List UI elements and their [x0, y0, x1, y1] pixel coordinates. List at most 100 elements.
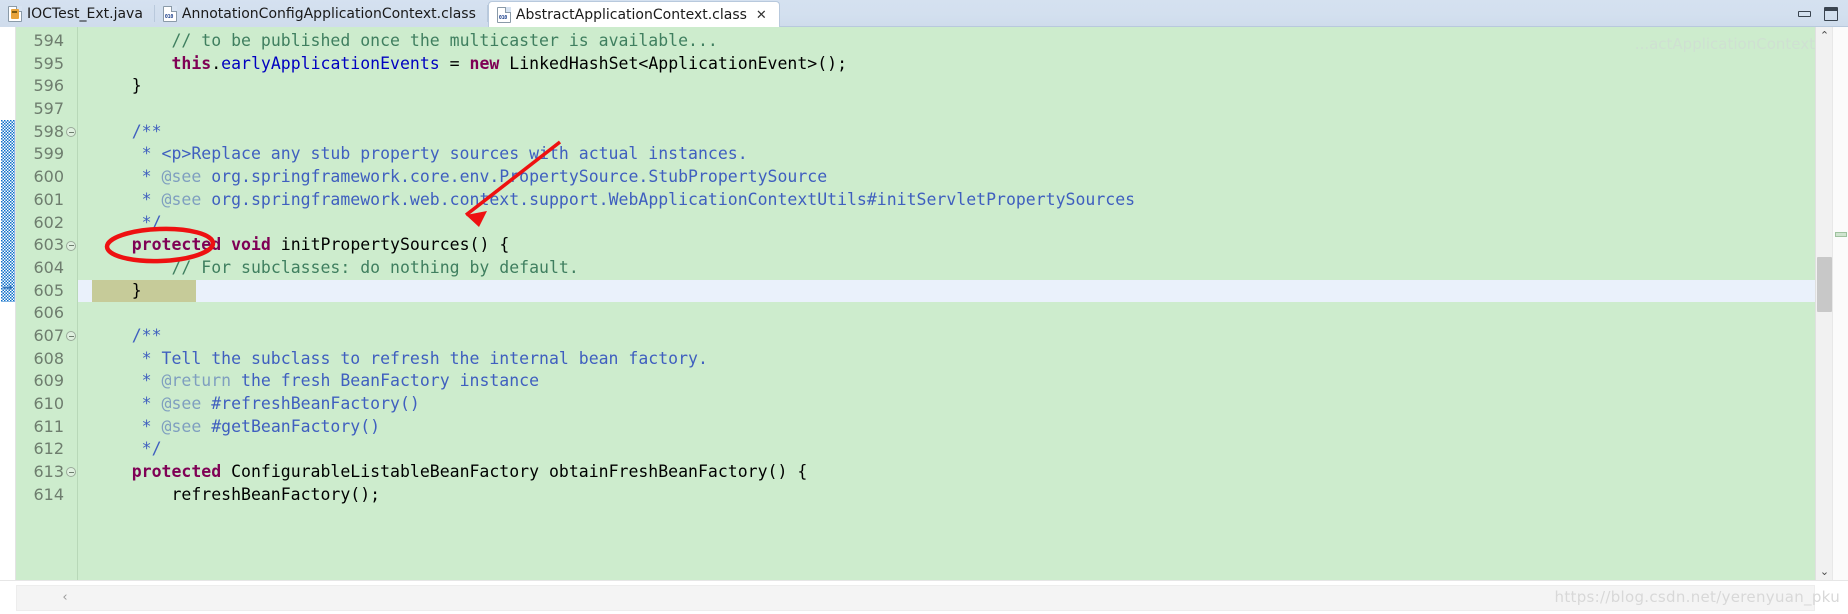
minimize-icon: [1798, 10, 1811, 17]
code-line-text: refreshBeanFactory();: [92, 485, 380, 504]
code-line-text: */: [92, 439, 162, 458]
code-token-doc: org.springframework.core.env.PropertySou…: [201, 167, 828, 187]
code-line-text: */: [92, 213, 162, 232]
code-token-doc: #getBeanFactory(): [201, 416, 381, 436]
code-line[interactable]: }: [78, 279, 1815, 303]
code-line-text: * <p>Replace any stub property sources w…: [92, 144, 748, 163]
code-line-text: * @see #refreshBeanFactory(): [92, 394, 420, 413]
tab-annotationconfigapplicationcontext-class[interactable]: 010 AnnotationConfigApplicationContext.c…: [154, 0, 488, 27]
line-number: 605: [33, 280, 64, 300]
line-number: 606: [33, 303, 64, 323]
overview-ruler[interactable]: [1832, 27, 1848, 580]
code-token-plain: }: [92, 280, 142, 300]
code-line-text: * Tell the subclass to refresh the inter…: [92, 349, 708, 368]
code-line[interactable]: this.earlyApplicationEvents = new Linked…: [78, 53, 1815, 76]
line-number: 603: [16, 234, 77, 257]
editor-tab-bar: IOCTest_Ext.java 010 AnnotationConfigApp…: [0, 0, 1848, 28]
code-line[interactable]: }: [78, 75, 1815, 98]
code-token-kw: void: [231, 235, 271, 255]
line-number: 607: [16, 325, 77, 348]
line-number: 609: [33, 371, 64, 391]
tab-abstractapplicationcontext-class[interactable]: 010 AbstractApplicationContext.class ✕: [487, 1, 780, 28]
code-line[interactable]: /**: [78, 325, 1815, 348]
code-token-plain: initPropertySources() {: [270, 235, 510, 255]
code-line[interactable]: * @return the fresh BeanFactory instance: [78, 370, 1815, 393]
code-line[interactable]: */: [78, 212, 1815, 235]
scroll-left-icon[interactable]: ‹: [55, 585, 75, 611]
code-lines: // to be published once the multicaster …: [78, 30, 1815, 506]
code-line-text: * @see #getBeanFactory(): [92, 417, 380, 436]
code-line[interactable]: [78, 98, 1815, 121]
line-number: 600: [33, 167, 64, 187]
code-line[interactable]: */: [78, 438, 1815, 461]
change-marker-column[interactable]: ➞: [0, 27, 16, 580]
class-file-icon: 010: [496, 7, 511, 23]
vertical-scrollbar-thumb[interactable]: [1817, 257, 1832, 312]
line-number: 602: [33, 212, 64, 232]
scroll-down-icon[interactable]: ⌄: [1816, 563, 1833, 580]
change-bar: [1, 120, 15, 302]
code-token-doc: *: [141, 394, 162, 413]
tab-label: AnnotationConfigApplicationContext.class: [181, 5, 476, 22]
code-line-text: /**: [92, 122, 162, 141]
code-line[interactable]: * @see org.springframework.core.env.Prop…: [78, 166, 1815, 189]
code-line[interactable]: protected void initPropertySources() {: [78, 234, 1815, 257]
code-text-area[interactable]: ...actApplicationContext // to be publis…: [78, 27, 1815, 580]
fold-collapse-icon[interactable]: [66, 331, 76, 342]
code-line[interactable]: // For subclasses: do nothing by default…: [78, 257, 1815, 280]
fold-collapse-icon[interactable]: [66, 467, 76, 478]
tab-label: AbstractApplicationContext.class: [515, 7, 747, 23]
code-token-kw: protected: [131, 462, 222, 482]
code-line[interactable]: // to be published once the multicaster …: [78, 30, 1815, 53]
fold-collapse-icon[interactable]: [66, 127, 76, 138]
code-token-doc: */: [141, 212, 162, 232]
code-token-doc: * Tell the subclass to refresh the inter…: [141, 348, 708, 368]
horizontal-scrollbar-track[interactable]: [16, 585, 1815, 611]
code-token-plain: LinkedHashSet<ApplicationEvent>();: [499, 53, 848, 73]
scroll-up-icon[interactable]: ⌃: [1816, 27, 1833, 44]
java-file-icon: [8, 5, 22, 22]
tab-ioctest-ext-java[interactable]: IOCTest_Ext.java: [0, 0, 155, 27]
code-line[interactable]: [78, 302, 1815, 325]
line-number-gutter[interactable]: 594 595 596 597 598 599 600 601 602 603 …: [16, 27, 78, 580]
code-token-plain: }: [92, 76, 142, 96]
code-token-plain: .: [211, 53, 222, 73]
fold-collapse-icon[interactable]: [66, 240, 76, 251]
code-line[interactable]: /**: [78, 121, 1815, 144]
line-number: 611: [33, 416, 64, 436]
code-line-text: * @see org.springframework.core.env.Prop…: [92, 167, 827, 186]
code-token-cmt: // For subclasses: do nothing by default…: [171, 257, 579, 277]
code-token-doc: *: [141, 371, 162, 391]
code-line[interactable]: * <p>Replace any stub property sources w…: [78, 143, 1815, 166]
line-number: 599: [33, 144, 64, 164]
code-line-text: }: [92, 76, 142, 95]
code-line[interactable]: refreshBeanFactory();: [78, 484, 1815, 507]
code-line[interactable]: * @see org.springframework.web.context.s…: [78, 189, 1815, 212]
eclipse-editor-window: IOCTest_Ext.java 010 AnnotationConfigApp…: [0, 0, 1848, 614]
code-line[interactable]: * @see #refreshBeanFactory(): [78, 393, 1815, 416]
vertical-scrollbar[interactable]: ⌃ ⌄: [1815, 27, 1832, 580]
code-line[interactable]: * @see #getBeanFactory(): [78, 416, 1815, 439]
code-line[interactable]: * Tell the subclass to refresh the inter…: [78, 348, 1815, 371]
code-line-text: // to be published once the multicaster …: [92, 31, 717, 50]
code-line-text: * @see org.springframework.web.context.s…: [92, 190, 1135, 209]
code-token-doc: */: [141, 439, 162, 459]
maximize-button[interactable]: [1824, 6, 1838, 21]
code-line-text: }: [92, 281, 142, 300]
code-token-doc: *: [141, 167, 162, 187]
code-token-doc: /**: [131, 325, 162, 345]
minimize-button[interactable]: [1798, 10, 1811, 17]
close-icon[interactable]: ✕: [756, 9, 767, 22]
code-line[interactable]: protected ConfigurableListableBeanFactor…: [78, 461, 1815, 484]
horizontal-scrollbar[interactable]: ‹: [0, 580, 1848, 614]
overview-ruler-marker[interactable]: [1835, 232, 1847, 237]
